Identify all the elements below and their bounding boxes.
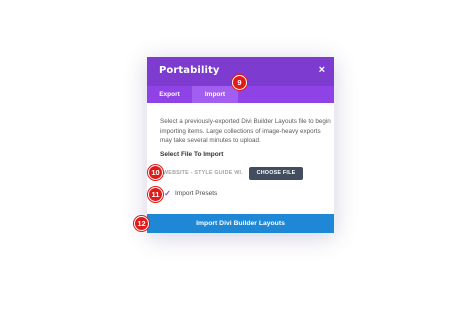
file-input[interactable]: WEBSITE - STYLE GUIDE WI... (163, 168, 243, 179)
import-presets-label: Import Presets (175, 190, 218, 197)
select-file-label: Select File To Import (160, 151, 224, 158)
tab-import[interactable]: Import (192, 86, 238, 103)
close-icon[interactable]: × (319, 63, 325, 77)
step-badge-12: 12 (134, 216, 149, 231)
import-presets-checkbox[interactable]: ✓ (163, 189, 172, 198)
step-badge-11: 11 (148, 187, 163, 202)
choose-file-button[interactable]: CHOOSE FILE (249, 167, 303, 180)
modal-title: Portability (159, 65, 220, 76)
step-badge-9: 9 (232, 75, 247, 90)
step-badge-10: 10 (148, 165, 163, 180)
import-layouts-button[interactable]: Import Divi Builder Layouts (147, 214, 334, 233)
import-description: Select a previously-exported Divi Builde… (160, 118, 331, 144)
tab-export[interactable]: Export (147, 86, 192, 103)
